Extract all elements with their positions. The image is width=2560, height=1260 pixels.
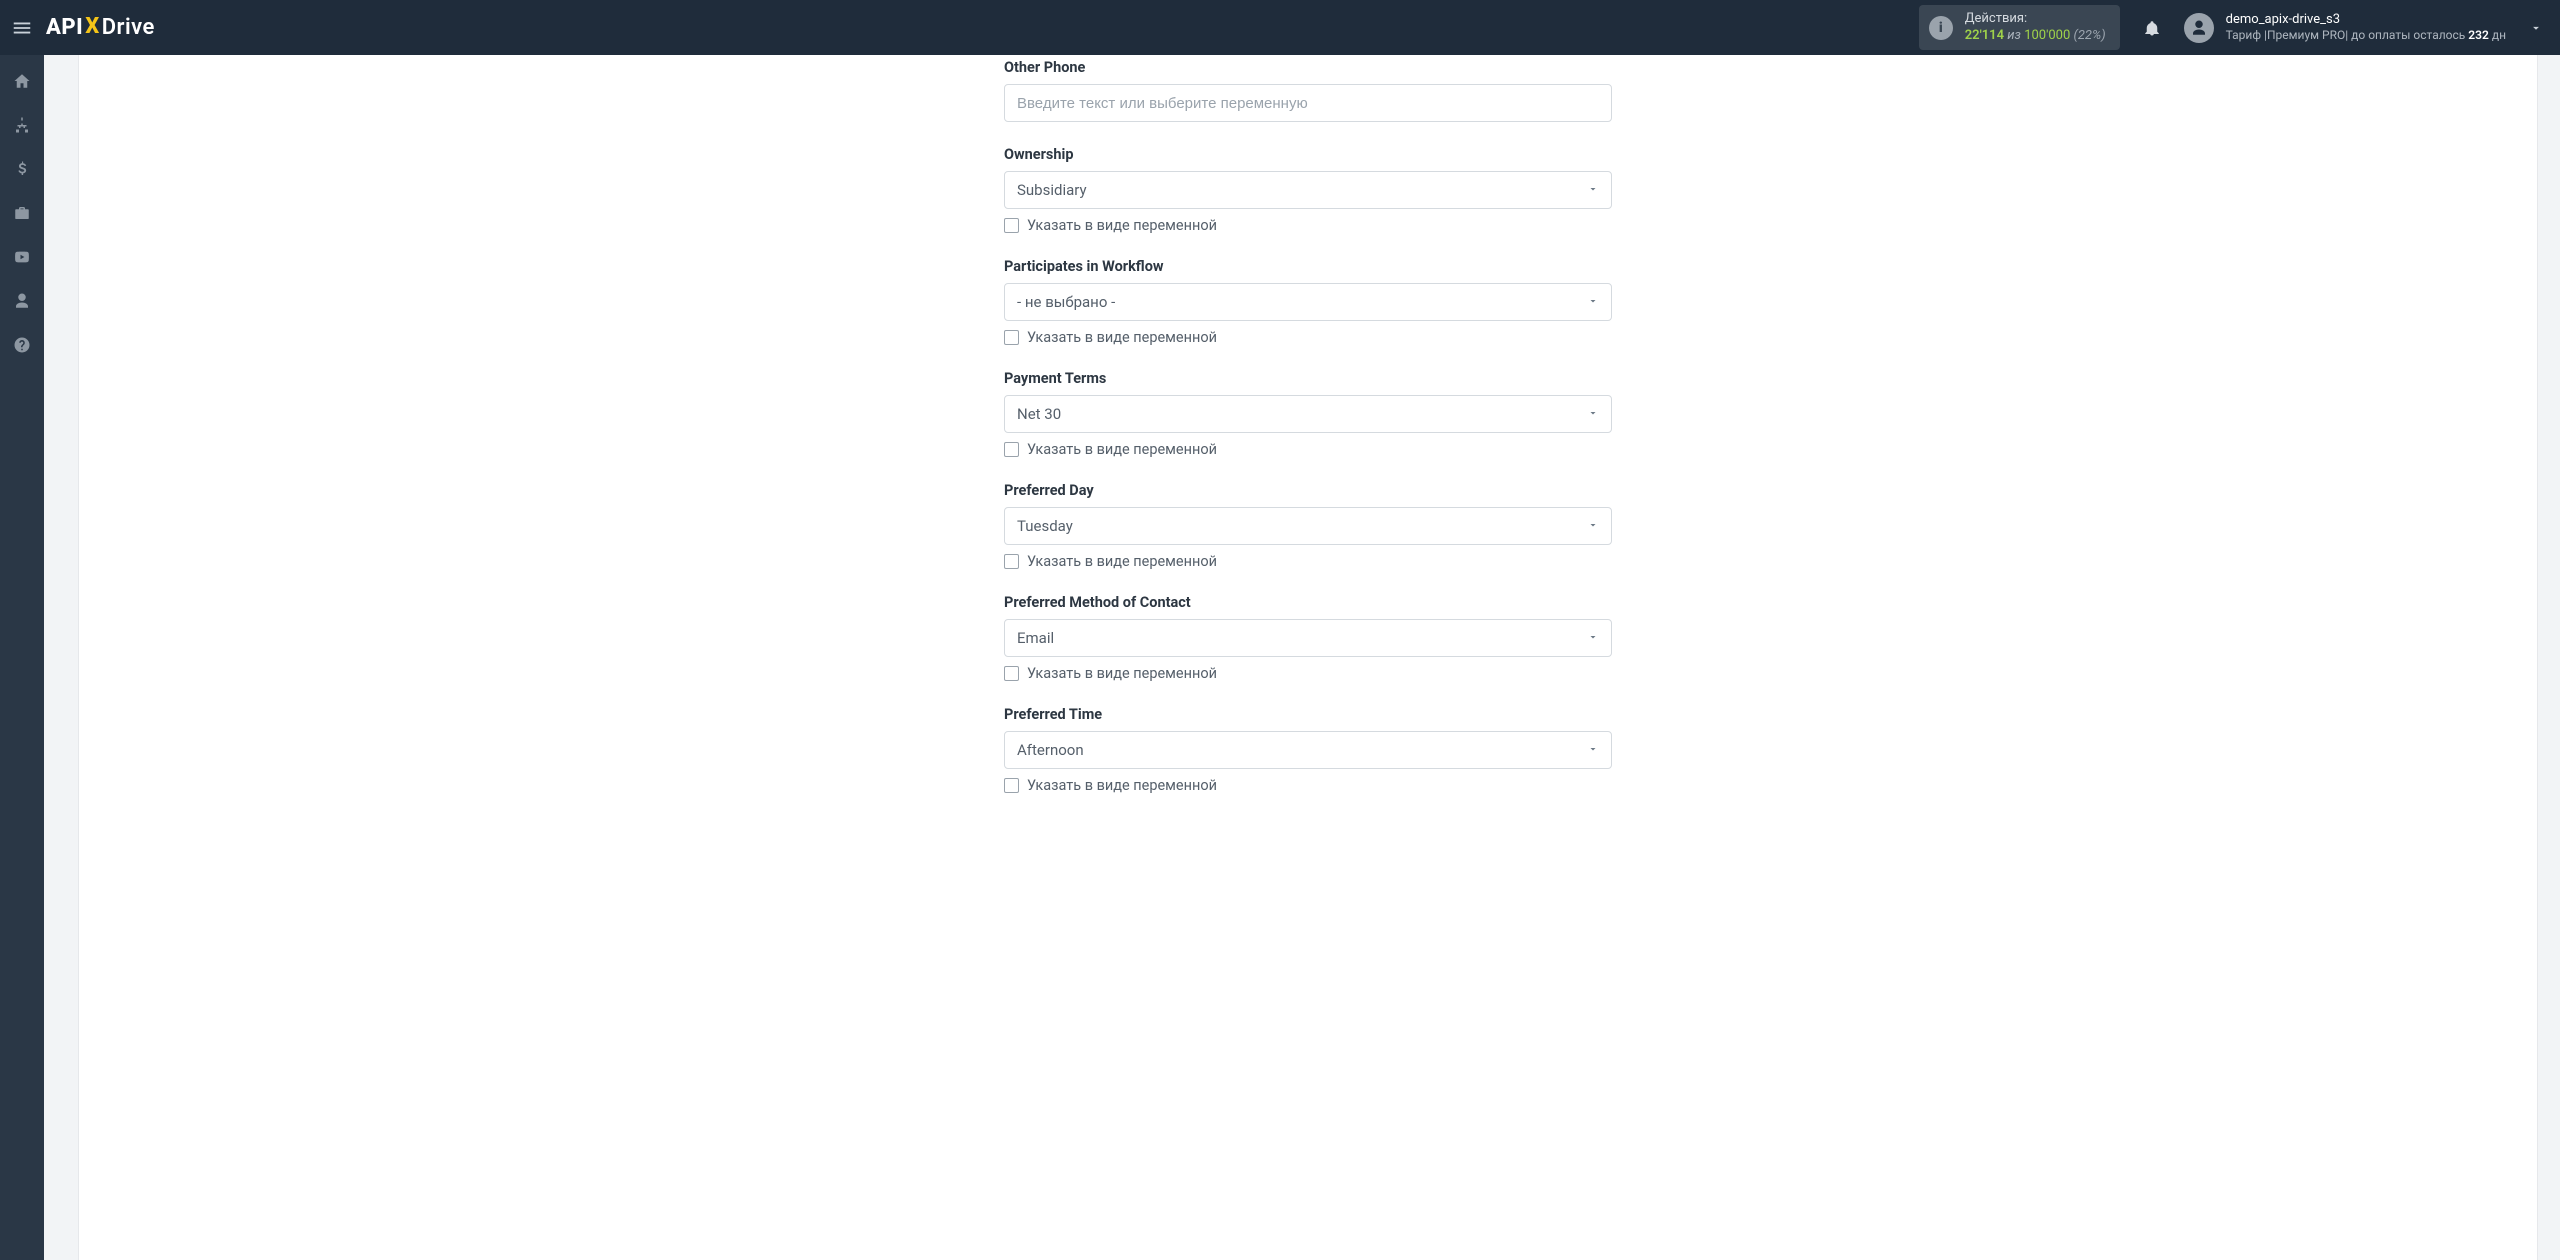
field-payment-terms: Payment Terms Net 30 Указать в виде пере… [1004,370,1612,458]
chevron-down-icon [1587,181,1599,199]
select-ownership[interactable]: Subsidiary [1004,171,1612,209]
sidebar-billing[interactable] [0,149,44,189]
user-menu[interactable]: demo_apix-drive_s3 Тариф |Премиум PRO| д… [2184,12,2506,43]
select-payment-terms[interactable]: Net 30 [1004,395,1612,433]
chevron-down-icon [1587,405,1599,423]
actions-used: 22'114 [1965,28,2004,43]
label-preferred-contact: Preferred Method of Contact [1004,594,1612,611]
logo[interactable]: API X Drive [46,15,155,40]
logo-drive: Drive [102,15,155,40]
logo-x: X [85,14,100,39]
input-other-phone[interactable] [1004,84,1612,122]
sidebar-help[interactable] [0,325,44,365]
select-preferred-time[interactable]: Afternoon [1004,731,1612,769]
field-workflow: Participates in Workflow - не выбрано - … [1004,258,1612,346]
avatar [2184,13,2214,43]
page: Other Phone Ownership Subsidiary Указать… [44,55,2560,1260]
sidebar-toolbox[interactable] [0,193,44,233]
select-payment-value: Net 30 [1017,405,1061,423]
checkbox-icon[interactable] [1004,554,1019,569]
var-checkbox-label: Указать в виде переменной [1027,665,1217,682]
actions-counter[interactable]: i Действия: 22'114 из 100'000 (22%) [1919,5,2120,50]
sidebar [0,55,44,1260]
chevron-down-icon [2529,21,2543,35]
notifications-button[interactable] [2138,14,2166,42]
user-name: demo_apix-drive_s3 [2226,12,2506,28]
info-icon: i [1929,16,1953,40]
chevron-down-icon [1587,293,1599,311]
var-checkbox-label: Указать в виде переменной [1027,777,1217,794]
menu-toggle[interactable] [0,0,44,55]
var-checkbox-preferred-time[interactable]: Указать в виде переменной [1004,777,1612,794]
var-checkbox-ownership[interactable]: Указать в виде переменной [1004,217,1612,234]
label-payment-terms: Payment Terms [1004,370,1612,387]
form-card: Other Phone Ownership Subsidiary Указать… [78,55,2538,1260]
label-other-phone: Other Phone [1004,59,1612,76]
dollar-icon [13,160,31,178]
select-preferred-contact-value: Email [1017,629,1054,647]
var-checkbox-preferred-day[interactable]: Указать в виде переменной [1004,553,1612,570]
sidebar-video[interactable] [0,237,44,277]
briefcase-icon [13,204,31,222]
checkbox-icon[interactable] [1004,330,1019,345]
select-preferred-contact[interactable]: Email [1004,619,1612,657]
checkbox-icon[interactable] [1004,442,1019,457]
sidebar-home[interactable] [0,61,44,101]
select-preferred-day[interactable]: Tuesday [1004,507,1612,545]
chevron-down-icon [1587,517,1599,535]
field-preferred-time: Preferred Time Afternoon Указать в виде … [1004,706,1612,794]
select-ownership-value: Subsidiary [1017,181,1087,199]
logo-api: API [46,15,83,40]
select-workflow-value: - не выбрано - [1017,293,1115,311]
actions-label: Действия: [1965,11,2106,27]
actions-text: Действия: 22'114 из 100'000 (22%) [1965,11,2106,44]
var-checkbox-label: Указать в виде переменной [1027,553,1217,570]
select-workflow[interactable]: - не выбрано - [1004,283,1612,321]
bell-icon [2143,19,2161,37]
hamburger-icon [11,17,33,39]
checkbox-icon[interactable] [1004,666,1019,681]
help-icon [13,336,31,354]
var-checkbox-preferred-contact[interactable]: Указать в виде переменной [1004,665,1612,682]
var-checkbox-label: Указать в виде переменной [1027,441,1217,458]
field-other-phone: Other Phone [1004,59,1612,122]
person-icon [2190,19,2208,37]
form-column: Other Phone Ownership Subsidiary Указать… [1004,59,1612,794]
actions-pct: (22%) [2074,28,2106,43]
field-ownership: Ownership Subsidiary Указать в виде пере… [1004,146,1612,234]
label-preferred-time: Preferred Time [1004,706,1612,723]
home-icon [13,72,31,90]
sidebar-connections[interactable] [0,105,44,145]
user-icon [13,292,31,310]
chevron-down-icon [1587,629,1599,647]
sitemap-icon [13,116,31,134]
label-preferred-day: Preferred Day [1004,482,1612,499]
select-preferred-time-value: Afternoon [1017,741,1084,759]
label-workflow: Participates in Workflow [1004,258,1612,275]
youtube-icon [13,248,31,266]
user-info: demo_apix-drive_s3 Тариф |Премиум PRO| д… [2226,12,2506,43]
field-preferred-day: Preferred Day Tuesday Указать в виде пер… [1004,482,1612,570]
var-checkbox-label: Указать в виде переменной [1027,329,1217,346]
var-checkbox-label: Указать в виде переменной [1027,217,1217,234]
actions-total: 100'000 [2024,28,2070,43]
user-tariff: Тариф |Премиум PRO| до оплаты осталось 2… [2226,28,2506,43]
var-checkbox-payment[interactable]: Указать в виде переменной [1004,441,1612,458]
chevron-down-icon [1587,741,1599,759]
top-bar: API X Drive i Действия: 22'114 из 100'00… [0,0,2560,55]
actions-of: из [2007,28,2021,43]
select-preferred-day-value: Tuesday [1017,517,1073,535]
user-menu-expand[interactable] [2522,21,2550,35]
checkbox-icon[interactable] [1004,778,1019,793]
checkbox-icon[interactable] [1004,218,1019,233]
sidebar-account[interactable] [0,281,44,321]
label-ownership: Ownership [1004,146,1612,163]
field-preferred-contact: Preferred Method of Contact Email Указат… [1004,594,1612,682]
var-checkbox-workflow[interactable]: Указать в виде переменной [1004,329,1612,346]
